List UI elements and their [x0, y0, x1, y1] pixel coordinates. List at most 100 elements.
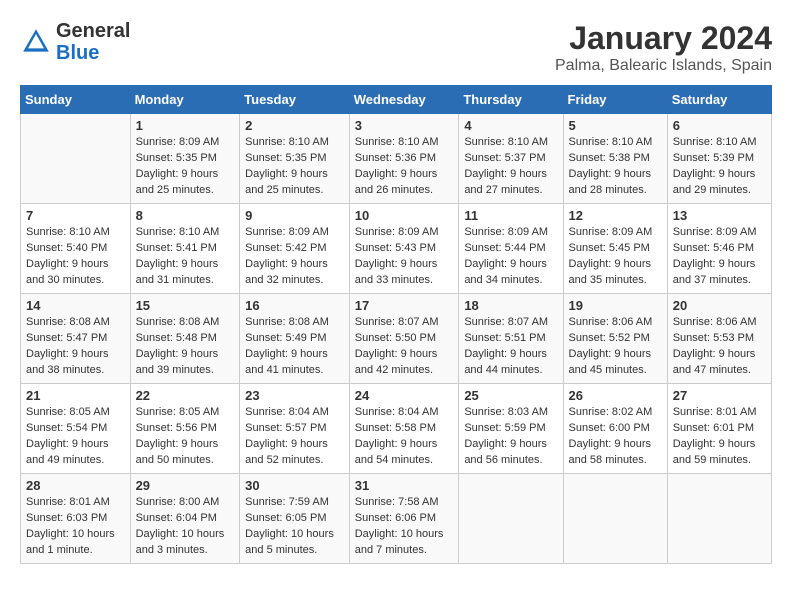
day-number: 4 [464, 118, 557, 133]
logo-blue: Blue [56, 42, 99, 64]
day-info: Sunrise: 8:03 AM Sunset: 5:59 PM Dayligh… [464, 405, 557, 469]
calendar-cell [21, 114, 131, 204]
calendar-cell: 11Sunrise: 8:09 AM Sunset: 5:44 PM Dayli… [459, 204, 563, 294]
day-number: 31 [355, 478, 454, 493]
day-info: Sunrise: 8:09 AM Sunset: 5:44 PM Dayligh… [464, 225, 557, 289]
calendar-cell: 24Sunrise: 8:04 AM Sunset: 5:58 PM Dayli… [349, 384, 459, 474]
calendar-cell: 30 Sunrise: 7:59 AM Sunset: 6:05 PM Dayli… [240, 474, 350, 564]
day-info: Sunrise: 8:10 AM Sunset: 5:41 PM Dayligh… [136, 225, 235, 289]
calendar-table: SundayMondayTuesdayWednesdayThursdayFrid… [20, 85, 772, 564]
day-info: Sunrise: 8:10 AM Sunset: 5:39 PM Dayligh… [673, 135, 766, 199]
day-number: 7 [26, 208, 125, 223]
header-cell-monday: Monday [130, 86, 240, 114]
day-info: Sunrise: 8:04 AM Sunset: 5:58 PM Dayligh… [355, 405, 454, 469]
day-number: 14 [26, 298, 125, 313]
day-number: 5 [569, 118, 662, 133]
day-number: 1 [136, 118, 235, 133]
calendar-cell: 21Sunrise: 8:05 AM Sunset: 5:54 PM Dayli… [21, 384, 131, 474]
day-number: 13 [673, 208, 766, 223]
calendar-cell: 14 Sunrise: 8:08 AM Sunset: 5:47 PM Dayli… [21, 294, 131, 384]
logo: General Blue [20, 20, 130, 64]
day-info: Sunrise: 8:08 AM Sunset: 5:47 PM Dayligh… [26, 315, 125, 379]
day-info: Sunrise: 8:10 AM Sunset: 5:38 PM Dayligh… [569, 135, 662, 199]
day-info: Sunrise: 8:07 AM Sunset: 5:51 PM Dayligh… [464, 315, 557, 379]
week-row-4: 21Sunrise: 8:05 AM Sunset: 5:54 PM Dayli… [21, 384, 772, 474]
day-number: 16 [245, 298, 344, 313]
logo-text: General Blue [56, 20, 130, 64]
day-number: 27 [673, 388, 766, 403]
day-info: Sunrise: 8:01 AM Sunset: 6:03 PM Dayligh… [26, 495, 125, 559]
calendar-cell [459, 474, 563, 564]
calendar-cell: 13Sunrise: 8:09 AM Sunset: 5:46 PM Dayli… [667, 204, 771, 294]
day-info: Sunrise: 8:09 AM Sunset: 5:35 PM Dayligh… [136, 135, 235, 199]
day-info: Sunrise: 8:01 AM Sunset: 6:01 PM Dayligh… [673, 405, 766, 469]
day-number: 23 [245, 388, 344, 403]
day-info: Sunrise: 7:59 AM Sunset: 6:05 PM Dayligh… [245, 495, 344, 559]
day-info: Sunrise: 8:08 AM Sunset: 5:49 PM Dayligh… [245, 315, 344, 379]
calendar-cell: 18 Sunrise: 8:07 AM Sunset: 5:51 PM Dayli… [459, 294, 563, 384]
day-info: Sunrise: 8:05 AM Sunset: 5:56 PM Dayligh… [136, 405, 235, 469]
calendar-cell: 28 Sunrise: 8:01 AM Sunset: 6:03 PM Dayli… [21, 474, 131, 564]
day-info: Sunrise: 8:10 AM Sunset: 5:35 PM Dayligh… [245, 135, 344, 199]
day-number: 2 [245, 118, 344, 133]
header-cell-sunday: Sunday [21, 86, 131, 114]
day-number: 9 [245, 208, 344, 223]
subtitle: Palma, Balearic Islands, Spain [555, 57, 772, 75]
day-info: Sunrise: 8:10 AM Sunset: 5:37 PM Dayligh… [464, 135, 557, 199]
calendar-cell: 9 Sunrise: 8:09 AM Sunset: 5:42 PM Daylig… [240, 204, 350, 294]
calendar-cell: 16 Sunrise: 8:08 AM Sunset: 5:49 PM Dayli… [240, 294, 350, 384]
header-cell-thursday: Thursday [459, 86, 563, 114]
calendar-cell: 25 Sunrise: 8:03 AM Sunset: 5:59 PM Dayli… [459, 384, 563, 474]
calendar-cell: 19Sunrise: 8:06 AM Sunset: 5:52 PM Dayli… [563, 294, 667, 384]
day-number: 18 [464, 298, 557, 313]
day-number: 8 [136, 208, 235, 223]
day-info: Sunrise: 8:06 AM Sunset: 5:53 PM Dayligh… [673, 315, 766, 379]
calendar-cell: 29Sunrise: 8:00 AM Sunset: 6:04 PM Dayli… [130, 474, 240, 564]
week-row-5: 28 Sunrise: 8:01 AM Sunset: 6:03 PM Dayli… [21, 474, 772, 564]
day-info: Sunrise: 8:02 AM Sunset: 6:00 PM Dayligh… [569, 405, 662, 469]
day-number: 12 [569, 208, 662, 223]
day-number: 17 [355, 298, 454, 313]
calendar-cell: 23Sunrise: 8:04 AM Sunset: 5:57 PM Dayli… [240, 384, 350, 474]
calendar-cell: 4 Sunrise: 8:10 AM Sunset: 5:37 PM Daylig… [459, 114, 563, 204]
logo-icon [20, 26, 52, 58]
header-cell-friday: Friday [563, 86, 667, 114]
day-info: Sunrise: 8:09 AM Sunset: 5:43 PM Dayligh… [355, 225, 454, 289]
calendar-cell: 8 Sunrise: 8:10 AM Sunset: 5:41 PM Daylig… [130, 204, 240, 294]
calendar-cell: 15Sunrise: 8:08 AM Sunset: 5:48 PM Dayli… [130, 294, 240, 384]
day-number: 26 [569, 388, 662, 403]
calendar-header: SundayMondayTuesdayWednesdayThursdayFrid… [21, 86, 772, 114]
header-cell-wednesday: Wednesday [349, 86, 459, 114]
title-block: January 2024 Palma, Balearic Islands, Sp… [555, 20, 772, 75]
main-title: January 2024 [555, 20, 772, 57]
calendar-cell: 17Sunrise: 8:07 AM Sunset: 5:50 PM Dayli… [349, 294, 459, 384]
calendar-cell: 27 Sunrise: 8:01 AM Sunset: 6:01 PM Dayli… [667, 384, 771, 474]
calendar-body: 1 Sunrise: 8:09 AM Sunset: 5:35 PM Daylig… [21, 114, 772, 564]
calendar-cell: 31 Sunrise: 7:58 AM Sunset: 6:06 PM Dayli… [349, 474, 459, 564]
calendar-cell: 26 Sunrise: 8:02 AM Sunset: 6:00 PM Dayli… [563, 384, 667, 474]
day-number: 25 [464, 388, 557, 403]
header-cell-saturday: Saturday [667, 86, 771, 114]
day-info: Sunrise: 7:58 AM Sunset: 6:06 PM Dayligh… [355, 495, 454, 559]
week-row-2: 7Sunrise: 8:10 AM Sunset: 5:40 PM Daylig… [21, 204, 772, 294]
day-info: Sunrise: 8:00 AM Sunset: 6:04 PM Dayligh… [136, 495, 235, 559]
week-row-1: 1 Sunrise: 8:09 AM Sunset: 5:35 PM Daylig… [21, 114, 772, 204]
calendar-cell [563, 474, 667, 564]
day-info: Sunrise: 8:09 AM Sunset: 5:42 PM Dayligh… [245, 225, 344, 289]
calendar-cell: 2 Sunrise: 8:10 AM Sunset: 5:35 PM Daylig… [240, 114, 350, 204]
calendar-cell: 12 Sunrise: 8:09 AM Sunset: 5:45 PM Dayli… [563, 204, 667, 294]
day-number: 19 [569, 298, 662, 313]
day-number: 30 [245, 478, 344, 493]
week-row-3: 14 Sunrise: 8:08 AM Sunset: 5:47 PM Dayli… [21, 294, 772, 384]
calendar-cell: 6 Sunrise: 8:10 AM Sunset: 5:39 PM Daylig… [667, 114, 771, 204]
day-info: Sunrise: 8:09 AM Sunset: 5:45 PM Dayligh… [569, 225, 662, 289]
day-number: 28 [26, 478, 125, 493]
header-cell-tuesday: Tuesday [240, 86, 350, 114]
calendar-cell: 3Sunrise: 8:10 AM Sunset: 5:36 PM Daylig… [349, 114, 459, 204]
day-number: 3 [355, 118, 454, 133]
calendar-cell [667, 474, 771, 564]
calendar-cell: 20Sunrise: 8:06 AM Sunset: 5:53 PM Dayli… [667, 294, 771, 384]
day-number: 15 [136, 298, 235, 313]
day-number: 6 [673, 118, 766, 133]
day-number: 22 [136, 388, 235, 403]
